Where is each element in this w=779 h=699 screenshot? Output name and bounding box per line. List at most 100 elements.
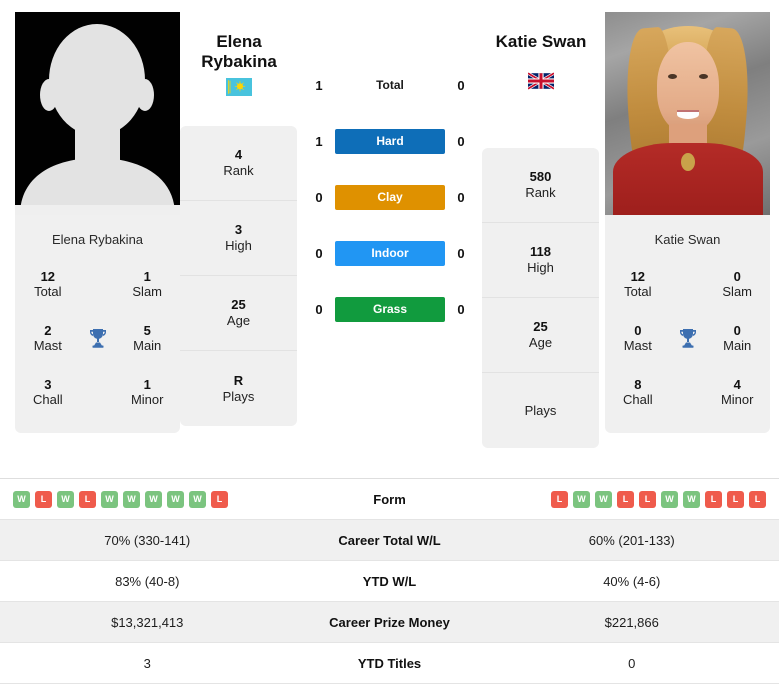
katie-swan-headshot-image	[605, 12, 770, 215]
name-line-1: Elena	[216, 32, 262, 51]
right-value: 60% (201-133)	[588, 532, 675, 548]
form-badge-l: L	[79, 490, 96, 508]
form-badge-w: W	[661, 490, 678, 508]
left-player-card[interactable]: Elena Rybakina 12 Total 1 Slam 2 Mast 5 …	[15, 12, 180, 433]
form-badge-l: L	[727, 490, 744, 508]
right-rank-cell: 580 Rank	[482, 148, 599, 223]
titles-row-1: 12 Total 1 Slam	[15, 257, 180, 311]
right-titles-masters: 0 Mast	[605, 323, 671, 354]
right-player-photo[interactable]	[605, 12, 770, 215]
value: 580	[529, 169, 552, 185]
h2h-left-score: 0	[315, 189, 323, 205]
h2h-right-score: 0	[457, 133, 465, 149]
value: R	[233, 372, 244, 388]
left-ranking-card: 4 Rank 3 High 25 Age R Plays	[180, 126, 297, 426]
label: Plays	[524, 402, 557, 418]
value: 2	[44, 322, 52, 338]
right-player-card[interactable]: Katie Swan 12 Total 0 Slam 0 Mast 0 Main…	[605, 12, 770, 433]
right-flag-wrap	[476, 71, 606, 90]
left-value: $13,321,413	[111, 614, 184, 630]
label: Chall	[32, 392, 63, 407]
form-badge-w: W	[167, 490, 184, 508]
h2h-row-total: 1 Total 0	[303, 57, 477, 113]
h2h-right-score: 0	[457, 301, 465, 317]
form-badge-w: W	[145, 490, 162, 508]
table-row: 83% (40-8) YTD W/L 40% (4-6)	[0, 561, 779, 602]
label: Slam	[132, 284, 163, 299]
left-value: 83% (40-8)	[115, 573, 180, 589]
right-player-heading[interactable]: Katie Swan	[476, 32, 606, 90]
form-badge-w: W	[13, 490, 30, 508]
row-label: Career Total W/L	[338, 532, 441, 548]
label: Mast	[33, 338, 62, 353]
table-row: 70% (330-141) Career Total W/L 60% (201-…	[0, 520, 779, 561]
right-form-badges: LWWLLWWLLL	[485, 490, 779, 508]
label: Minor	[720, 392, 754, 407]
left-value: 70% (330-141)	[104, 532, 191, 548]
left-titles-main: 5 Main	[114, 323, 180, 354]
row-label: Career Prize Money	[329, 614, 450, 630]
surface-chip-grass[interactable]: Grass	[335, 296, 445, 322]
label: Age	[226, 313, 251, 328]
label: Plays	[222, 388, 255, 404]
label: Total	[624, 284, 652, 299]
h2h-row-indoor: 0 Indoor 0	[303, 225, 477, 281]
left-player-heading[interactable]: Elena Rybakina	[174, 32, 304, 97]
label: Main	[723, 338, 752, 353]
left-player-photo[interactable]	[15, 12, 180, 215]
table-row: $13,321,413 Career Prize Money $221,866	[0, 602, 779, 643]
form-badge-l: L	[35, 490, 52, 508]
name-line-2: Rybakina	[201, 51, 277, 71]
value: 8	[634, 376, 642, 392]
h2h-row-clay: 0 Clay 0	[303, 169, 477, 225]
left-titles-slam: 1 Slam	[114, 269, 180, 300]
right-plays-cell: Plays	[482, 373, 599, 448]
left-flag-wrap	[174, 78, 304, 97]
left-form-badges: WLWLWWWWWL	[0, 490, 295, 508]
left-age-cell: 25 Age	[180, 276, 297, 351]
h2h-left-score: 0	[315, 245, 323, 261]
form-badge-l: L	[639, 490, 656, 508]
surface-chip-clay[interactable]: Clay	[335, 184, 445, 210]
name-line-1: Katie Swan	[495, 32, 587, 51]
label: Total	[34, 284, 62, 299]
label: Main	[133, 338, 162, 353]
surface-chip-indoor[interactable]: Indoor	[335, 240, 445, 266]
right-player-titles-block: 12 Total 0 Slam 0 Mast 0 Main 8 Chall 4 …	[605, 247, 770, 433]
form-badge-w: W	[101, 490, 118, 508]
titles-row-3: 8 Chall 4 Minor	[605, 365, 770, 419]
right-titles-challenger: 8 Chall	[605, 377, 671, 408]
value: 4	[733, 376, 741, 392]
trophy-icon	[679, 329, 696, 348]
form-badge-l: L	[617, 490, 634, 508]
right-titles-main: 0 Main	[704, 323, 770, 354]
placeholder-avatar-icon	[15, 12, 180, 215]
h2h-row-grass: 0 Grass 0	[303, 281, 477, 337]
titles-row-2: 2 Mast 5 Main	[15, 311, 180, 365]
right-titles-slam: 0 Slam	[704, 269, 770, 300]
value: 0	[634, 322, 642, 338]
label: Rank	[525, 185, 556, 200]
h2h-left-score: 1	[315, 133, 323, 149]
h2h-right-score: 0	[457, 245, 465, 261]
h2h-label-total: Total	[376, 78, 404, 92]
form-badge-l: L	[749, 490, 766, 508]
label: Minor	[130, 392, 164, 407]
value: 25	[231, 297, 246, 313]
label: Rank	[223, 163, 254, 178]
right-high-cell: 118 High	[482, 223, 599, 298]
right-titles-total: 12 Total	[605, 269, 671, 300]
value: 5	[143, 322, 151, 338]
left-titles-minor: 1 Minor	[114, 377, 180, 408]
left-titles-total: 12 Total	[15, 269, 81, 300]
left-titles-masters: 2 Mast	[15, 323, 81, 354]
form-badge-w: W	[683, 490, 700, 508]
value: 0	[733, 322, 741, 338]
value: 12	[630, 268, 646, 284]
value: 1	[143, 268, 151, 284]
value: 118	[530, 244, 551, 260]
value: 1	[143, 376, 151, 392]
player-comparison-panel: Elena Rybakina 12 Total 1 Slam 2 Mast 5 …	[0, 0, 779, 478]
form-badge-l: L	[211, 490, 228, 508]
surface-chip-hard[interactable]: Hard	[335, 128, 445, 154]
